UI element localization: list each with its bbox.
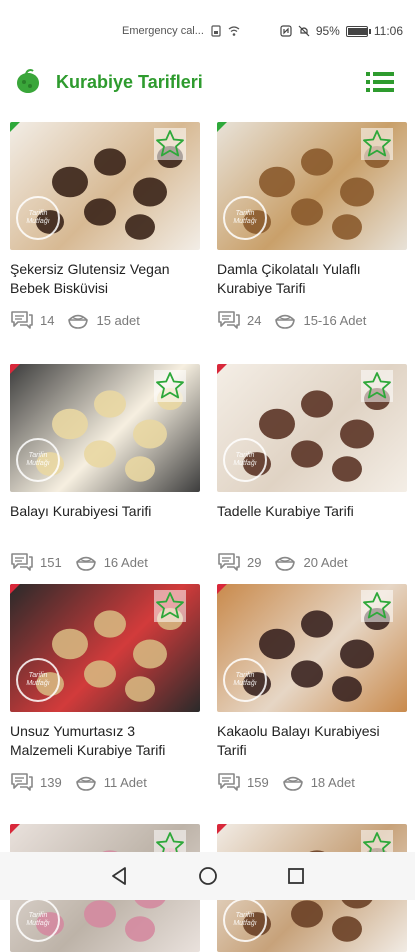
- corner-ribbon: [10, 122, 20, 132]
- recipe-image[interactable]: Tarifin Mutfağı: [217, 364, 407, 492]
- favorite-star-icon[interactable]: [154, 370, 186, 402]
- corner-ribbon: [10, 584, 20, 594]
- cookie-logo-icon[interactable]: [14, 68, 42, 96]
- recipe-card[interactable]: Tarifin Mutfağı Balayı Kurabiyesi Tarifi 1…: [10, 364, 200, 574]
- portion-count: 18 Adet: [310, 774, 355, 790]
- portion-count: 11 Adet: [103, 774, 147, 790]
- watermark-logo: Tarifin Mutfağı: [223, 196, 267, 240]
- recipe-image[interactable]: Tarifin Mutfağı: [10, 584, 200, 712]
- app-title: Kurabiye Tarifleri: [56, 72, 203, 92]
- recipe-image[interactable]: Tarifin Mutfağı: [217, 584, 407, 712]
- watermark-logo: Tarifin Mutfağı: [223, 658, 267, 702]
- watermark-logo: Tarifin Mutfağı: [16, 658, 60, 702]
- corner-ribbon: [217, 122, 227, 132]
- clock: 11:06: [373, 24, 403, 38]
- comment-count: 159: [247, 774, 269, 790]
- favorite-star-icon[interactable]: [361, 128, 393, 160]
- comment-count: 139: [40, 774, 62, 790]
- comments-icon: [11, 311, 33, 329]
- corner-ribbon: [217, 364, 227, 374]
- recipe-card[interactable]: Tarifin Mutfağı Kakaolu Balayı Kurabiyesi…: [217, 584, 407, 794]
- portion-bowl-icon: [68, 314, 89, 329]
- wifi-icon: [228, 26, 240, 36]
- recipe-image[interactable]: Tarifin Mutfağı: [10, 122, 200, 250]
- recipe-image[interactable]: Tarifin Mutfağı: [10, 364, 200, 492]
- corner-ribbon: [10, 824, 20, 834]
- comment-count: 29: [247, 554, 262, 570]
- portion-bowl-icon: [282, 776, 303, 791]
- recipe-title[interactable]: Balayı Kurabiyesi Tarifi: [10, 502, 200, 540]
- comments-icon: [218, 311, 240, 329]
- corner-ribbon: [217, 824, 227, 834]
- home-circle-icon[interactable]: [198, 866, 218, 886]
- recipe-card[interactable]: Tarifin Mutfağı Tadelle Kurabiye Tarifi 29…: [217, 364, 407, 574]
- recipe-title[interactable]: Unsuz Yumurtasız 3 Malzemeli Kurabiye Ta…: [10, 722, 200, 760]
- recipe-card[interactable]: Tarifin Mutfağı Damla Çikolatalı Yulaflı …: [217, 122, 407, 332]
- sim-icon: [211, 25, 221, 37]
- recipe-title[interactable]: Tadelle Kurabiye Tarifi: [217, 502, 407, 540]
- favorite-star-icon[interactable]: [361, 370, 393, 402]
- favorite-star-icon[interactable]: [154, 590, 186, 622]
- portion-bowl-icon: [275, 556, 296, 571]
- watermark-logo: Tarifin Mutfağı: [16, 898, 60, 942]
- portion-bowl-icon: [275, 314, 296, 329]
- battery-icon: [345, 25, 371, 37]
- carrier-text: Emergency cal...: [122, 25, 204, 37]
- comments-icon: [11, 553, 33, 571]
- watermark-logo: Tarifin Mutfağı: [16, 196, 60, 240]
- back-triangle-icon[interactable]: [110, 866, 128, 886]
- recipe-title[interactable]: Şekersiz Glutensiz Vegan Bebek Bisküvisi: [10, 260, 200, 298]
- corner-ribbon: [10, 364, 20, 374]
- comments-icon: [11, 773, 33, 791]
- nfc-icon: [280, 25, 292, 37]
- comments-icon: [218, 553, 240, 571]
- portion-count: 20 Adet: [303, 554, 348, 570]
- watermark-logo: Tarifin Mutfağı: [16, 438, 60, 482]
- mute-bell-icon: [298, 25, 310, 37]
- recipe-meta: 159 18 Adet: [217, 770, 407, 794]
- list-menu-button[interactable]: [366, 71, 394, 93]
- favorite-star-icon[interactable]: [154, 128, 186, 160]
- comment-count: 151: [40, 554, 62, 570]
- recipe-meta: 24 15-16 Adet: [217, 308, 407, 332]
- portion-bowl-icon: [75, 776, 96, 791]
- list-menu-icon: [366, 72, 394, 92]
- recipe-image[interactable]: Tarifin Mutfağı: [217, 122, 407, 250]
- recents-square-icon[interactable]: [287, 867, 305, 885]
- recipe-card[interactable]: Tarifin Mutfağı Unsuz Yumurtasız 3 Malzem…: [10, 584, 200, 794]
- system-nav-bar: [0, 852, 415, 900]
- recipe-title[interactable]: Kakaolu Balayı Kurabiyesi Tarifi: [217, 722, 407, 760]
- battery-percent: 95%: [315, 24, 340, 38]
- recipe-meta: 139 11 Adet: [10, 770, 200, 794]
- status-right: 95% 11:06: [280, 24, 403, 38]
- watermark-logo: Tarifin Mutfağı: [223, 438, 267, 482]
- comment-count: 14: [40, 312, 55, 328]
- favorite-star-icon[interactable]: [361, 590, 393, 622]
- status-bar: Emergency cal... 95% 11:06: [0, 0, 415, 60]
- portion-count: 15 adet: [96, 312, 140, 328]
- watermark-logo: Tarifin Mutfağı: [223, 898, 267, 942]
- recipe-meta: 151 16 Adet: [10, 550, 200, 574]
- recipe-meta: 14 15 adet: [10, 308, 200, 332]
- comment-count: 24: [247, 312, 262, 328]
- app-bar: Kurabiye Tarifleri: [0, 60, 415, 106]
- recipe-card[interactable]: Tarifin Mutfağı Şekersiz Glutensiz Vegan …: [10, 122, 200, 332]
- portion-count: 15-16 Adet: [303, 312, 367, 328]
- corner-ribbon: [217, 584, 227, 594]
- comments-icon: [218, 773, 240, 791]
- portion-bowl-icon: [75, 556, 96, 571]
- recipe-meta: 29 20 Adet: [217, 550, 407, 574]
- recipe-title[interactable]: Damla Çikolatalı Yulaflı Kurabiye Tarifi: [217, 260, 407, 298]
- portion-count: 16 Adet: [103, 554, 148, 570]
- status-left: Emergency cal...: [122, 25, 240, 37]
